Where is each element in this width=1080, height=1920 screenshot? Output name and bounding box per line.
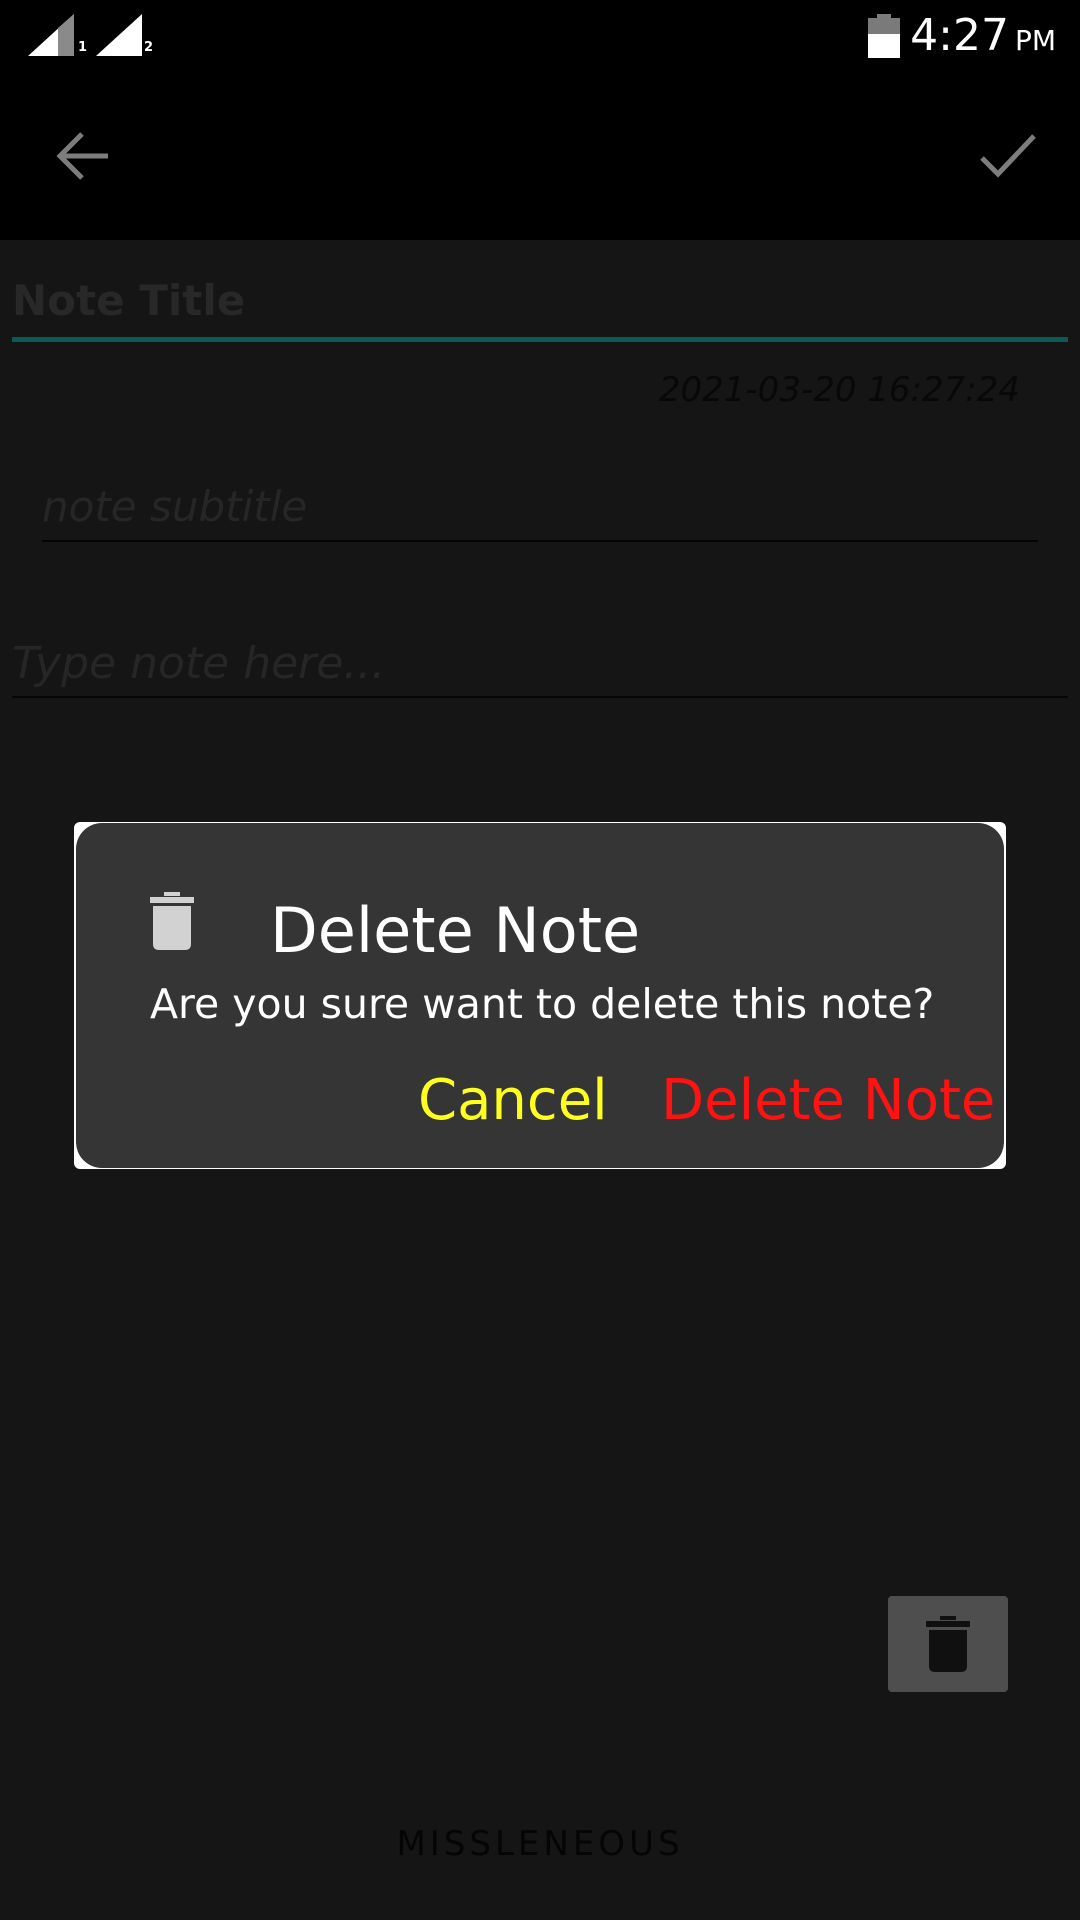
delete-note-button[interactable]: Delete Note: [661, 1068, 995, 1133]
delete-fab[interactable]: [888, 1596, 1008, 1692]
sim1-label: 1: [78, 40, 88, 55]
note-title-input[interactable]: Note Title: [12, 276, 245, 325]
sim2-label: 2: [144, 40, 154, 55]
subtitle-underline: [42, 540, 1038, 542]
note-subtitle-input[interactable]: note subtitle: [42, 482, 307, 531]
category-label[interactable]: MISSLENEOUS: [0, 1824, 1080, 1864]
clock-ampm: PM: [1014, 24, 1056, 57]
check-icon: [980, 134, 1036, 178]
battery-icon: [868, 14, 900, 58]
cancel-button[interactable]: Cancel: [418, 1068, 608, 1133]
signal-icon: [96, 14, 142, 56]
toolbar: [0, 76, 1080, 240]
save-button[interactable]: [978, 128, 1038, 184]
dialog-message: Are you sure want to delete this note?: [150, 980, 935, 1028]
back-button[interactable]: [56, 128, 112, 184]
note-datetime: 2021-03-20 16:27:24: [658, 370, 1020, 410]
status-bar: 1 2 4:27 PM: [0, 0, 1080, 76]
title-underline: [12, 337, 1068, 342]
clock: 4:27 PM: [910, 10, 1056, 61]
clock-time: 4:27: [910, 10, 1009, 61]
arrow-back-icon: [56, 132, 108, 180]
trash-icon: [150, 892, 194, 950]
body-underline: [12, 696, 1068, 698]
note-body-input[interactable]: Type note here...: [12, 638, 385, 689]
trash-icon: [926, 1616, 970, 1672]
signal-icon: [28, 14, 74, 56]
dialog-title: Delete Note: [270, 894, 641, 967]
